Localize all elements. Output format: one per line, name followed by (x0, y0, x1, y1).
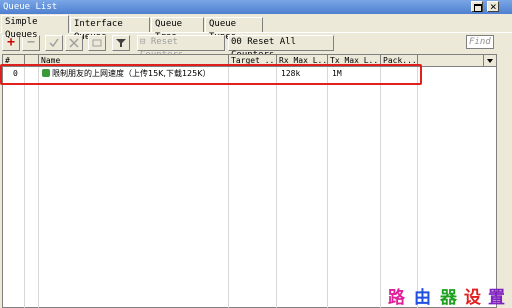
watermark-char: 器 (440, 288, 457, 308)
reset-all-counters-button[interactable]: 00 Reset All Counters (228, 35, 334, 60)
watermark-char: 路 (388, 288, 405, 308)
column-header-tx-max[interactable]: Tx Max L... (328, 55, 381, 67)
column-header-packet-marks[interactable]: Pack... (381, 55, 418, 67)
comment-button[interactable] (88, 35, 106, 51)
find-input[interactable]: Find (466, 35, 494, 49)
row-name: 限制朋友的上网速度（上传15K,下载125K） (40, 68, 210, 80)
column-selector-dropdown[interactable] (484, 55, 496, 67)
column-header-number[interactable]: # (3, 55, 25, 67)
grid-line (327, 67, 328, 308)
row-rx-max: 128k (281, 69, 301, 78)
window-title: Queue List (3, 2, 58, 12)
close-button[interactable] (487, 0, 499, 13)
filter-icon (116, 39, 126, 47)
grid-line (417, 67, 418, 308)
tab-queue-tree[interactable]: Queue Tree (151, 17, 204, 42)
filter-button[interactable] (112, 35, 130, 51)
table-header: # Name Target ... Rx Max L... Tx Max L..… (3, 55, 496, 67)
column-header-name[interactable]: Name (39, 55, 229, 67)
watermark-char: 由 (414, 288, 431, 308)
grid-line (228, 67, 229, 308)
comment-icon (92, 39, 102, 47)
disable-button[interactable] (65, 35, 83, 51)
tab-bar: Simple Queues Interface Queues Queue Tre… (0, 15, 512, 42)
enable-button[interactable] (45, 35, 63, 51)
window-title-bar[interactable]: Queue List (0, 0, 512, 14)
reset-icon: ⊟ (140, 37, 151, 47)
cross-icon (69, 38, 79, 48)
queue-table: # Name Target ... Rx Max L... Tx Max L..… (2, 54, 497, 308)
watermark-char: 设 (464, 288, 481, 308)
scrollbar[interactable] (497, 54, 512, 308)
tab-queue-types[interactable]: Queue Types (205, 17, 263, 42)
row-packet-marks (382, 68, 384, 80)
maximize-button[interactable] (471, 1, 483, 12)
watermark-char: 置 (488, 288, 505, 308)
toolbar: + − ⊟ Reset Counters 00 Reset All Counte… (0, 33, 512, 60)
column-header-empty (418, 55, 484, 67)
grid-line (38, 67, 39, 308)
row-target (229, 68, 231, 80)
grid-line (276, 67, 277, 308)
reset-counters-button[interactable]: ⊟ Reset Counters (137, 35, 225, 60)
queue-icon (42, 69, 50, 77)
row-number: 0 (13, 69, 18, 78)
column-header-rx-max[interactable]: Rx Max L... (277, 55, 328, 67)
column-header-flags[interactable] (25, 55, 39, 67)
column-header-target[interactable]: Target ... (229, 55, 277, 67)
row-name-text: 限制朋友的上网速度（上传15K,下载125K） (52, 69, 211, 78)
check-icon (49, 38, 59, 48)
grid-line (380, 67, 381, 308)
table-row[interactable]: 0 限制朋友的上网速度（上传15K,下载125K） 128k 1M (3, 68, 496, 80)
tab-interface-queues[interactable]: Interface Queues (70, 17, 150, 42)
tab-simple-queues[interactable]: Simple Queues (1, 15, 69, 40)
grid-line (24, 67, 25, 308)
row-tx-max: 1M (332, 69, 342, 78)
